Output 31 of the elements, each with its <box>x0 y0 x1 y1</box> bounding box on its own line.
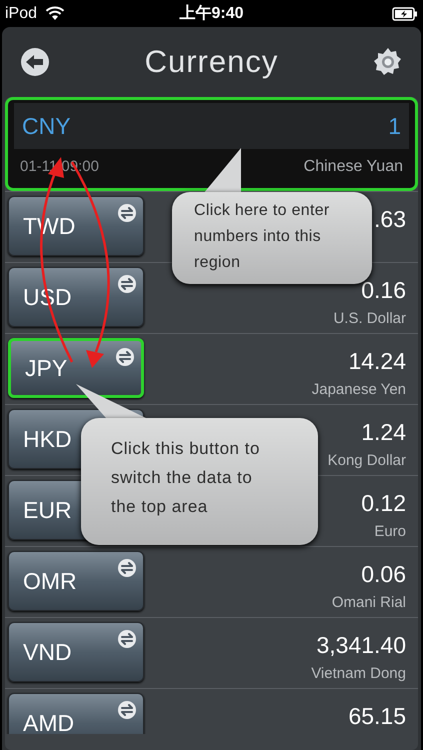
rate-value: 1.24 <box>361 418 406 447</box>
currency-name: Chinese Yuan <box>304 157 403 177</box>
wifi-icon <box>45 6 66 21</box>
hint-text: Click here to enter numbers into this region <box>194 201 331 273</box>
rate-value: 3,341.40 <box>316 631 406 660</box>
rate-value: .63 <box>374 205 406 234</box>
currency-name: U.S. Dollar <box>333 309 406 329</box>
currency-button[interactable]: OMR <box>8 551 144 611</box>
hint-tooltip-tail <box>76 384 146 418</box>
settings-icon[interactable] <box>372 47 403 77</box>
rate-value: 0.06 <box>361 560 406 589</box>
currency-name: Vietnam Dong <box>311 664 406 684</box>
currency-code: CNY <box>22 112 71 141</box>
hint-tooltip-tail <box>203 148 243 194</box>
currency-button[interactable]: AMD <box>8 693 144 734</box>
currency-name: Euro <box>374 522 406 542</box>
carrier-label: iPod <box>5 4 38 24</box>
currency-button[interactable]: JPY <box>8 338 144 398</box>
clock: 上午9:40 <box>179 4 244 24</box>
rate-value: 14.24 <box>348 347 406 376</box>
page-title: Currency <box>144 42 278 81</box>
battery-icon <box>392 6 418 20</box>
currency-name: Omani Rial <box>332 593 406 613</box>
currency-button[interactable]: VND <box>8 622 144 682</box>
currency-name: Japanese Yen <box>312 380 406 400</box>
rate-value: 0.12 <box>361 489 406 518</box>
currency-name: Kong Dollar <box>328 451 406 471</box>
rate-value: 65.15 <box>348 702 406 731</box>
amount-value: 1 <box>388 112 401 141</box>
rate-value: 0.16 <box>361 276 406 305</box>
back-icon[interactable] <box>20 47 50 77</box>
